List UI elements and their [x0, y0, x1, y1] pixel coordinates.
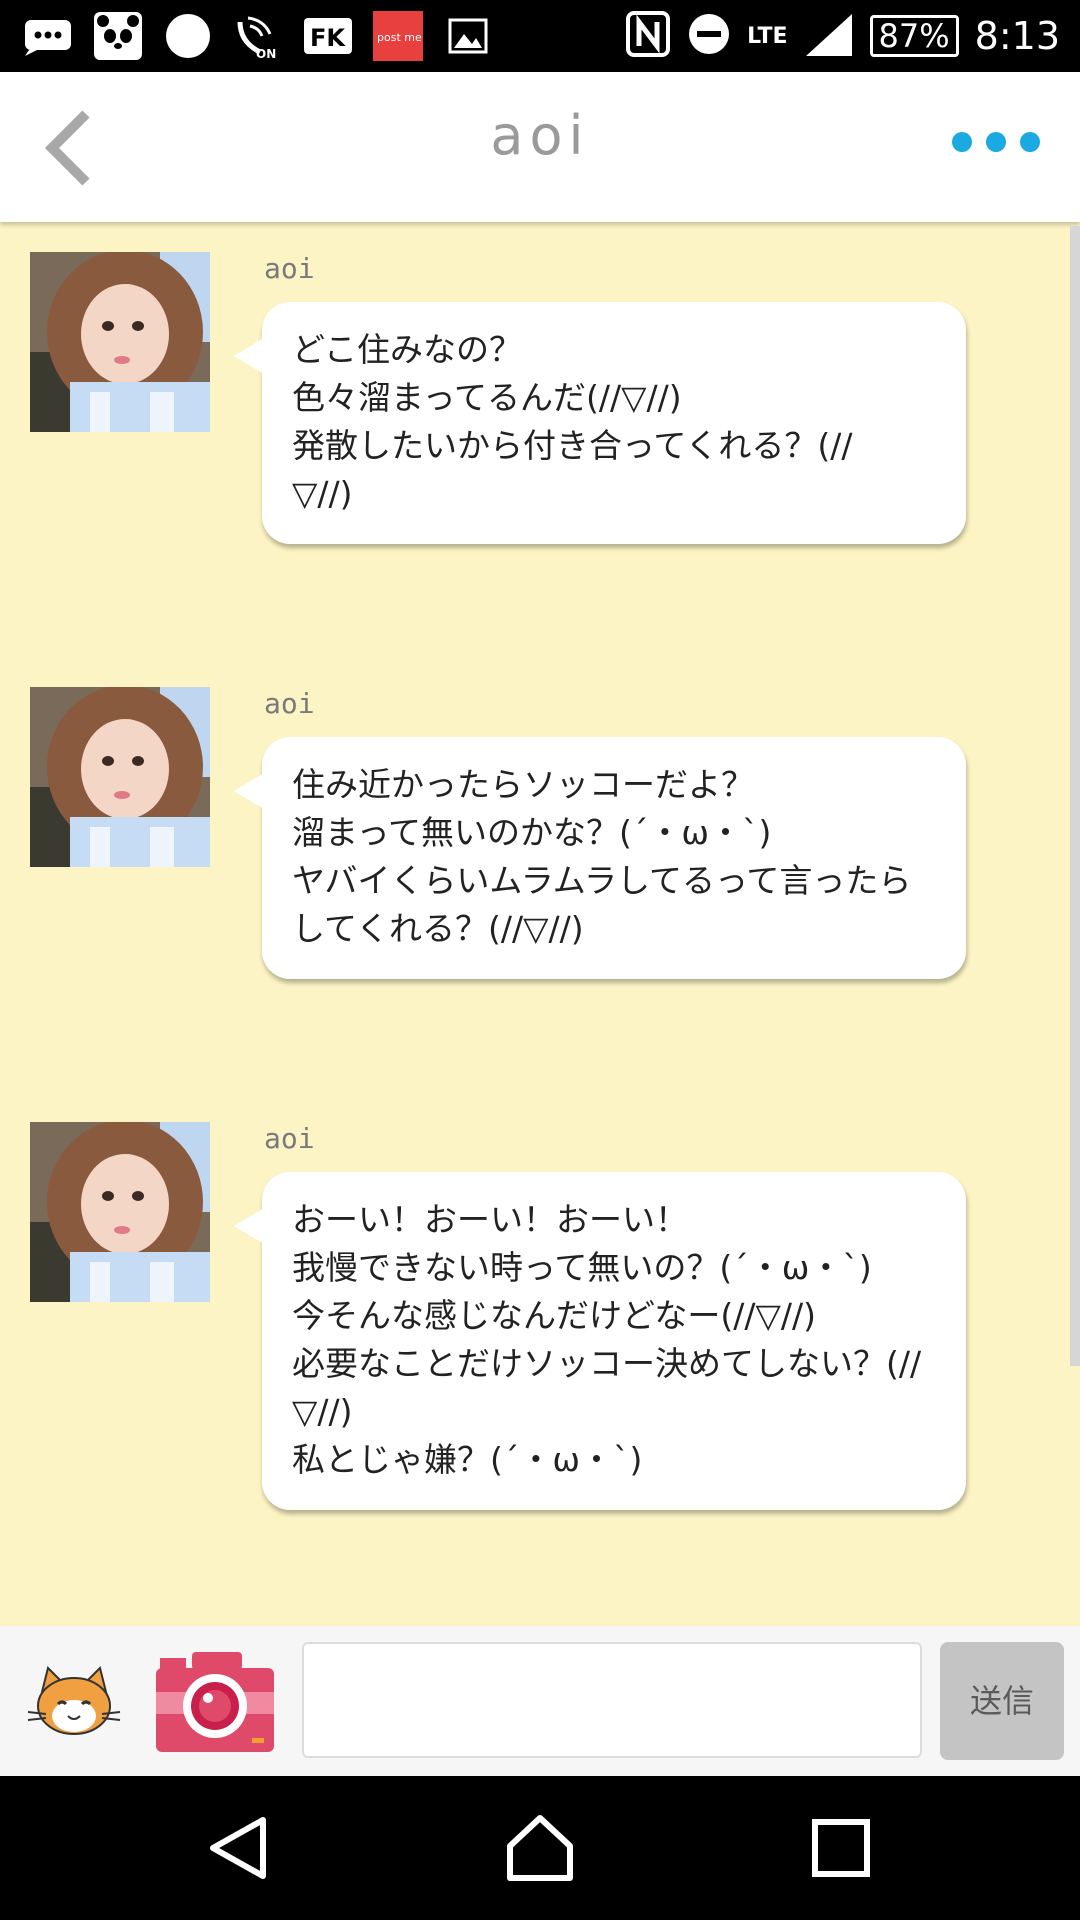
dot-icon: [986, 132, 1006, 152]
message-line: 必要なことだけソッコー決めてしない？(//: [292, 1344, 922, 1383]
camera-icon: [156, 1652, 274, 1752]
message-bubble: おーい！おーい！おーい！ 我慢できない時って無いの？(´・ω・`) 今そんな感じ…: [234, 1172, 966, 1510]
panda-icon: [92, 10, 144, 62]
dot-icon: [1020, 132, 1040, 152]
wifi-calling-icon: ON: [232, 10, 284, 62]
camera-button[interactable]: [156, 1652, 274, 1752]
avatar[interactable]: [30, 687, 210, 867]
message-line: ▽//): [292, 1392, 353, 1431]
message-line: ▽//): [292, 474, 353, 513]
message-line: ヤバイくらいムラムラしてるって言ったら: [292, 861, 912, 900]
home-icon: [507, 1815, 573, 1881]
chat-header: aoi: [0, 72, 1080, 222]
message-line: 溜まって無いのかな？(´・ω・`): [292, 813, 772, 852]
nfc-icon: [625, 10, 671, 62]
image-icon: [442, 10, 494, 62]
send-button[interactable]: 送信: [940, 1642, 1064, 1760]
message-icon: [22, 10, 74, 62]
message-line: おーい！おーい！おーい！: [292, 1200, 688, 1239]
navigation-bar: [0, 1776, 1080, 1920]
clock: 8:13: [974, 14, 1060, 58]
message-line: どこ住みなの？: [292, 330, 523, 369]
sender-name: aoi: [264, 1122, 315, 1155]
circle-icon: [162, 10, 214, 62]
notification-icons: ON FK post me: [22, 10, 494, 62]
more-options-button[interactable]: [952, 132, 1040, 152]
triangle-back-icon: [210, 1817, 266, 1879]
message-line: 色々溜まってるんだ(//▽//): [292, 378, 682, 417]
nav-home-button[interactable]: [504, 1812, 576, 1884]
do-not-disturb-icon: [687, 12, 731, 60]
nav-recents-button[interactable]: [805, 1812, 877, 1884]
message-input[interactable]: [302, 1642, 922, 1758]
sender-name: aoi: [264, 252, 315, 285]
network-type: LTE: [747, 23, 788, 49]
message-line: 私とじゃ嫌？(´・ω・`): [292, 1440, 643, 1479]
chat-title: aoi: [490, 104, 590, 167]
message-input-bar: 送信: [0, 1626, 1080, 1776]
avatar[interactable]: [30, 252, 210, 432]
svg-text:ON: ON: [256, 47, 276, 60]
fk-app-icon: FK: [302, 10, 354, 62]
message-line: 発散したいから付き合ってくれる？(//: [292, 426, 853, 465]
message-bubble: どこ住みなの？ 色々溜まってるんだ(//▽//) 発散したいから付き合ってくれる…: [234, 302, 966, 544]
scrollbar[interactable]: [1070, 226, 1080, 1366]
message-line: 住み近かったらソッコーだよ？: [292, 765, 754, 804]
stamp-button[interactable]: [24, 1662, 124, 1742]
nav-back-button[interactable]: [205, 1812, 277, 1884]
signal-icon: [804, 12, 854, 60]
status-bar: ON FK post me LTE 87% 8:13: [0, 0, 1080, 72]
svg-text:FK: FK: [310, 24, 346, 52]
battery-indicator: 87%: [869, 15, 959, 57]
message-line: 今そんな感じなんだけどなー(//▽//): [292, 1296, 816, 1335]
message-bubble: 住み近かったらソッコーだよ？ 溜まって無いのかな？(´・ω・`) ヤバイくらいム…: [234, 737, 966, 979]
message-line: 我慢できない時って無いの？(´・ω・`): [292, 1248, 872, 1287]
dot-icon: [952, 132, 972, 152]
square-recents-icon: [812, 1819, 870, 1877]
svg-text:post me: post me: [377, 31, 422, 44]
sender-name: aoi: [264, 687, 315, 720]
cat-icon: [27, 1666, 121, 1735]
message-line: してくれる？(//▽//): [292, 909, 584, 948]
chat-screen: ON FK post me LTE 87% 8:13 aoi aoi どこ住みな…: [0, 0, 1080, 1920]
avatar[interactable]: [30, 1122, 210, 1302]
postme-app-icon: post me: [372, 10, 424, 62]
status-right: LTE 87% 8:13: [625, 0, 1060, 72]
